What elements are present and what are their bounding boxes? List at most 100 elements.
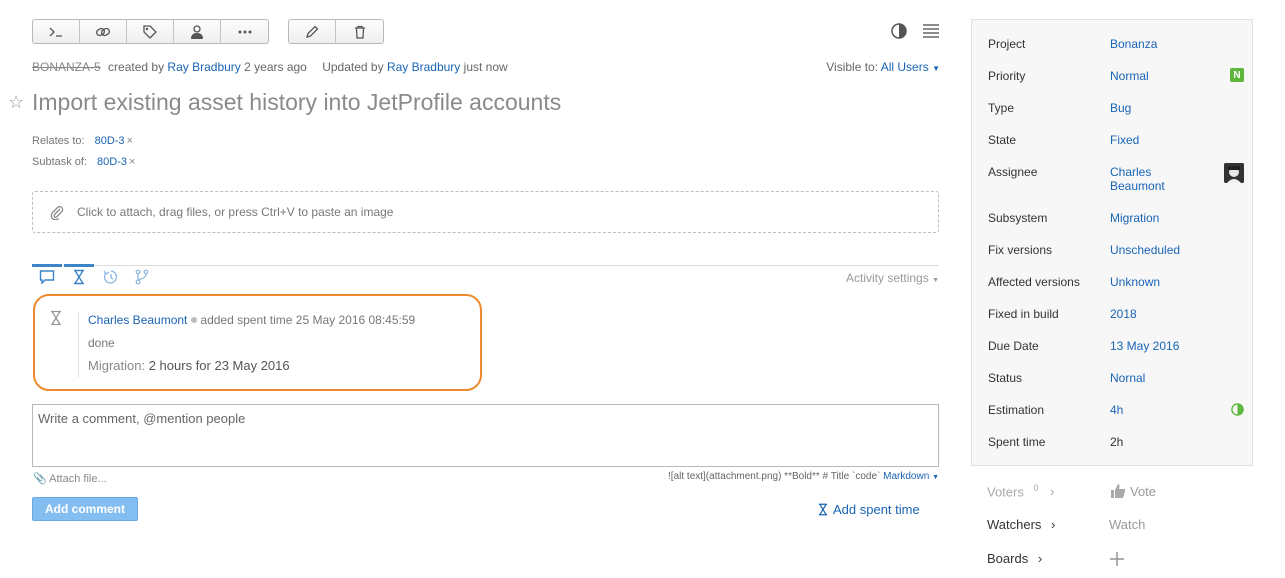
hourglass-icon [49, 310, 63, 329]
field-name: Type [988, 101, 1015, 115]
layout-toggle[interactable] [922, 23, 940, 42]
issue-fields-panel: Project Bonanza Priority Normal N Type B… [971, 19, 1253, 466]
comment-input[interactable]: Write a comment, @mention people [32, 404, 939, 467]
chevron-right-icon: › [1051, 517, 1056, 532]
tab-comments[interactable] [32, 264, 62, 288]
markup-hint-text: ![alt text](attachment.png) **Bold** # T… [668, 471, 881, 482]
field-affected-versions[interactable]: Unknown [1110, 275, 1160, 289]
pencil-icon [306, 25, 319, 38]
command-button[interactable] [33, 20, 80, 43]
voters[interactable]: Voters 0 › [987, 483, 1054, 499]
chevron-right-icon: › [1050, 484, 1055, 500]
field-name: Fixed in build [988, 307, 1059, 321]
activity-settings-label: Activity settings [846, 271, 929, 285]
work-value: 2 hours for 23 May 2016 [148, 358, 290, 373]
field-assignee[interactable]: Charles Beaumont [1110, 165, 1165, 193]
activity-settings[interactable]: Activity settings ▼ [846, 271, 939, 285]
estimation-progress-icon [1231, 403, 1244, 419]
avatar [1224, 163, 1244, 183]
chevron-down-icon: ▼ [932, 64, 940, 73]
user-icon [191, 24, 203, 39]
relates-to: Relates to: 80D-3 × [32, 135, 133, 147]
issue-id[interactable]: BONANZA-5 [32, 60, 101, 74]
activity-divider [78, 312, 79, 377]
paperclip-icon [50, 206, 64, 220]
command-icon [49, 27, 62, 37]
field-project[interactable]: Bonanza [1110, 37, 1157, 51]
contrast-toggle[interactable] [890, 22, 908, 43]
work-label: Migration: [88, 358, 146, 373]
tab-vcs[interactable] [127, 266, 157, 288]
issue-title: Import existing asset history into JetPr… [32, 89, 562, 115]
updated-prefix: Updated by [322, 60, 384, 74]
add-comment-button[interactable]: Add comment [32, 497, 138, 521]
tag-button[interactable] [127, 20, 174, 43]
field-fix-versions[interactable]: Unscheduled [1110, 243, 1180, 257]
creator-link[interactable]: Ray Bradbury [167, 60, 240, 74]
hourglass-icon [818, 503, 828, 516]
hourglass-icon [74, 269, 84, 285]
add-spent-time-button[interactable]: Add spent time [817, 502, 920, 517]
field-state[interactable]: Fixed [1110, 133, 1139, 147]
trash-icon [354, 25, 365, 39]
updater-link[interactable]: Ray Bradbury [387, 60, 460, 74]
activity-author[interactable]: Charles Beaumont [88, 313, 187, 327]
field-name: Subsystem [988, 211, 1048, 225]
tab-spent-time[interactable] [64, 264, 94, 288]
field-status[interactable]: Nornal [1110, 371, 1145, 385]
subtask-of: Subtask of: 80D-3 × [32, 156, 135, 168]
vote-label: Vote [1130, 483, 1157, 499]
field-name: Estimation [988, 403, 1045, 417]
field-spent-time: 2h [1110, 435, 1124, 449]
remove-link-icon[interactable]: × [127, 135, 133, 147]
attachment-dropzone[interactable]: Click to attach, drag files, or press Ct… [32, 191, 939, 233]
activity-text: done [88, 336, 115, 350]
edit-button[interactable] [289, 20, 336, 43]
assignee-last: Beaumont [1110, 179, 1165, 193]
attach-file-label: Attach file... [49, 473, 107, 485]
more-button[interactable] [221, 20, 268, 43]
attach-file-link[interactable]: 📎 Attach file... [33, 472, 107, 485]
visibility: Visible to: All Users ▼ [826, 60, 940, 74]
field-name: Priority [988, 69, 1026, 83]
assign-button[interactable] [174, 20, 221, 43]
online-status-icon [191, 317, 198, 323]
remove-subtask-icon[interactable]: × [129, 156, 135, 168]
field-name: Spent time [988, 435, 1046, 449]
field-name: Affected versions [988, 275, 1080, 289]
visibility-dropdown[interactable]: All Users [881, 60, 929, 74]
field-fixed-in-build[interactable]: 2018 [1110, 307, 1137, 321]
field-type[interactable]: Bug [1110, 101, 1131, 115]
markup-mode-dropdown[interactable]: Markdown [883, 471, 929, 482]
boards[interactable]: Boards › [987, 551, 1042, 566]
paperclip-icon: 📎 [33, 473, 47, 485]
vote-button[interactable]: Vote [1110, 483, 1156, 499]
field-priority[interactable]: Normal [1110, 69, 1149, 83]
issue-meta: BONANZA-5 created by Ray Bradbury 2 year… [32, 60, 508, 74]
tab-history[interactable] [96, 266, 126, 288]
delete-button[interactable] [336, 20, 383, 43]
field-due-date[interactable]: 13 May 2016 [1110, 339, 1179, 353]
add-to-board-button[interactable] [1108, 550, 1126, 571]
assignee-first: Charles [1110, 165, 1152, 179]
activity-action: added spent time 25 May 2016 08:45:59 [200, 313, 416, 327]
link-icon [95, 27, 111, 36]
boards-label: Boards [987, 551, 1029, 566]
field-estimation[interactable]: 4h [1110, 403, 1123, 417]
field-name: Assignee [988, 165, 1038, 179]
activity-tabs-divider [32, 265, 939, 266]
comment-icon [39, 270, 55, 285]
tag-icon [143, 24, 157, 39]
relates-link[interactable]: 80D-3 [95, 135, 125, 147]
priority-badge: N [1230, 68, 1244, 82]
watchers[interactable]: Watchers › [987, 517, 1055, 532]
created-prefix: created by [108, 60, 165, 74]
field-subsystem[interactable]: Migration [1110, 211, 1159, 225]
star-icon[interactable]: ☆ [8, 92, 24, 113]
watch-button[interactable]: Watch [1109, 517, 1145, 532]
link-button[interactable] [80, 20, 127, 43]
created-when: 2 years ago [244, 60, 307, 74]
work-item: Migration: 2 hours for 23 May 2016 [88, 358, 290, 373]
subtask-link[interactable]: 80D-3 [97, 156, 127, 168]
more-icon [238, 30, 251, 33]
